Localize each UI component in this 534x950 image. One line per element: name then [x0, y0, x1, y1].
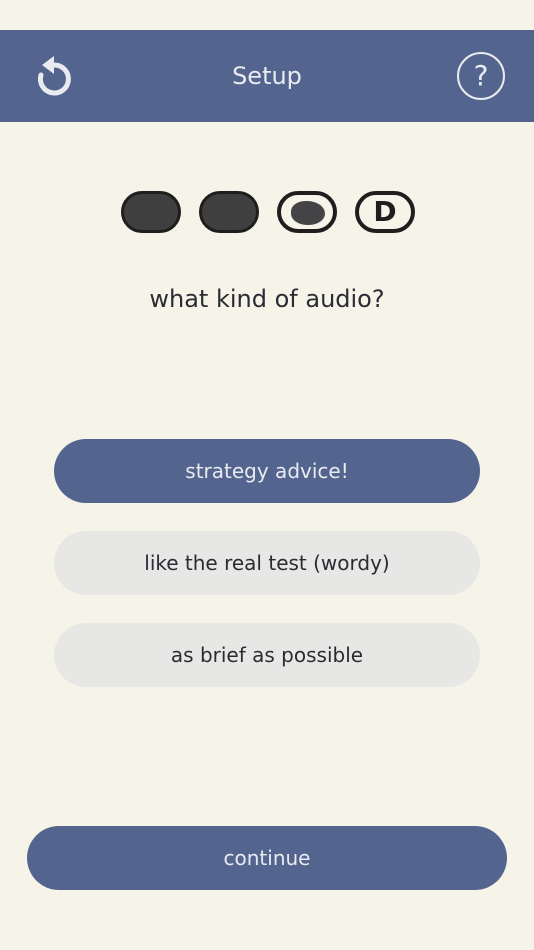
progress-step-2: [199, 191, 259, 233]
progress-step-1: [121, 191, 181, 233]
option-like-real-test[interactable]: like the real test (wordy): [54, 531, 480, 595]
continue-button[interactable]: continue: [27, 826, 507, 890]
progress-step-4-letter: D: [373, 195, 397, 228]
progress-step-3: [277, 191, 337, 233]
option-strategy-advice[interactable]: strategy advice!: [54, 439, 480, 503]
header-bar: Setup ?: [0, 30, 534, 122]
question-text: what kind of audio?: [149, 285, 385, 313]
progress-indicator: D: [119, 191, 419, 237]
progress-step-4: D: [355, 191, 415, 233]
option-as-brief-as-possible[interactable]: as brief as possible: [54, 623, 480, 687]
page-title: Setup: [232, 62, 302, 90]
scribble-mark: [291, 201, 325, 225]
help-button[interactable]: ?: [457, 52, 505, 100]
